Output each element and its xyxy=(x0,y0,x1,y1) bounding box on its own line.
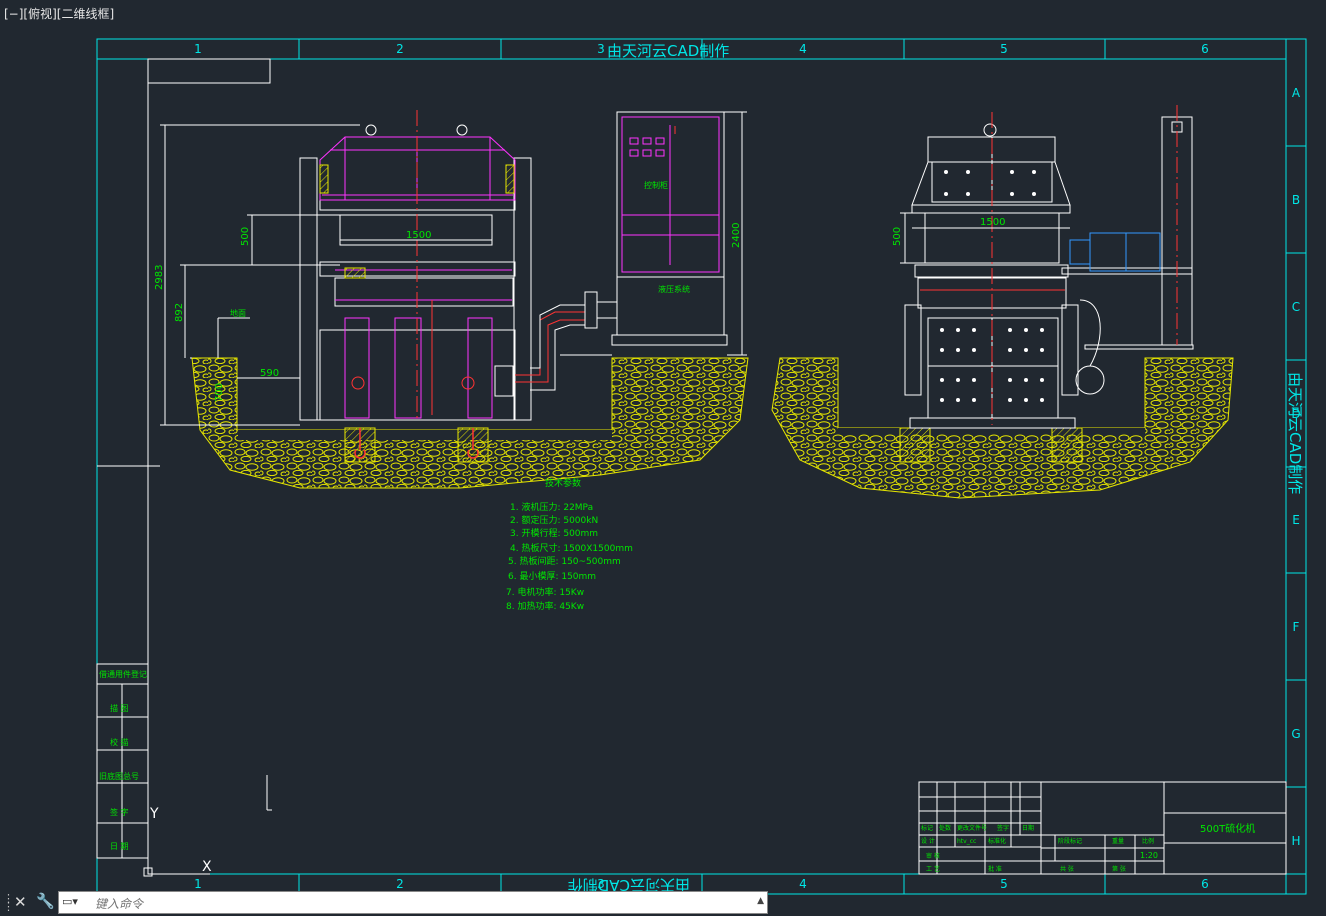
tb-cell: 共 张 xyxy=(1060,865,1074,873)
dim-2400: 2400 xyxy=(731,223,742,248)
row-label: E xyxy=(1292,513,1300,527)
command-input-box[interactable]: ▭▾ ▲ xyxy=(58,891,768,914)
tech-line: 4. 热板尺寸: 1500X1500mm xyxy=(510,542,633,554)
tb-cell: 日期 xyxy=(1022,824,1034,832)
tech-line: 8. 加热功率: 45Kw xyxy=(506,600,584,612)
row-label: A xyxy=(1292,86,1301,100)
ucs-labels: Y X xyxy=(149,806,212,875)
tb-cell: 签字 xyxy=(997,824,1009,832)
dim-700: 700 xyxy=(214,383,225,402)
title-block: 标记 处数 更改文件号 签字 日期 设 计 标准化 阶段标记 重量 比例 审 核… xyxy=(918,781,1287,875)
register-row: 签 字 xyxy=(110,807,129,817)
tech-line: 6. 最小模厚: 150mm xyxy=(508,571,596,582)
dim-1500-left: 1500 xyxy=(406,230,431,241)
tb-designer: htv_cc xyxy=(957,838,976,845)
cabinet-bottom-label: 液压系统 xyxy=(658,284,690,294)
tb-cell: 设 计 xyxy=(921,837,935,845)
tb-cell: 阶段标记 xyxy=(1058,837,1082,845)
col-label-bottom: 5 xyxy=(1000,877,1008,891)
col-label-top: 6 xyxy=(1201,42,1209,56)
ucs-y-label: Y xyxy=(149,806,159,822)
tb-scale: 1:20 xyxy=(1140,851,1158,860)
left-register-block: 借通用件登记 描 图 校 描 旧底图总号 签 字 日 期 xyxy=(96,663,149,859)
watermark-right: 由天河云CAD制作 xyxy=(1286,372,1304,494)
dim-590: 590 xyxy=(260,368,279,379)
row-label: H xyxy=(1291,834,1300,848)
scroll-up-icon[interactable]: ▲ xyxy=(757,896,764,906)
tech-line: 2. 额定压力: 5000kN xyxy=(510,514,598,526)
register-row: 描 图 xyxy=(110,703,129,713)
tb-cell: 比例 xyxy=(1142,837,1154,845)
grip-handle-icon[interactable]: ⋮ ⋮ xyxy=(3,893,14,912)
register-row: 旧底图总号 xyxy=(99,771,139,781)
dim-2983: 2983 xyxy=(154,265,165,290)
tech-title: 技术参数 xyxy=(545,477,581,489)
row-label: G xyxy=(1291,727,1300,741)
dim-1500-right: 1500 xyxy=(980,217,1005,228)
tb-cell: 工 艺 xyxy=(926,865,940,873)
command-input[interactable] xyxy=(93,893,737,914)
tb-cell: 更改文件号 xyxy=(957,824,987,832)
cabinet-top-label: 控制柜 xyxy=(644,180,668,190)
close-icon[interactable]: ✕ xyxy=(14,893,27,911)
col-label-bottom: 4 xyxy=(799,877,807,891)
tb-cell: 处数 xyxy=(939,824,951,832)
wrench-icon[interactable]: 🔧 xyxy=(36,892,55,910)
row-label: C xyxy=(1292,300,1300,314)
col-label-top: 4 xyxy=(799,42,807,56)
dim-500-left: 500 xyxy=(240,227,251,246)
dim-500-right: 500 xyxy=(892,227,903,246)
tech-line: 1. 液机压力: 22MPa xyxy=(510,501,593,513)
tb-cell: 批 准 xyxy=(988,865,1002,873)
watermark-top: 由天河云CAD制作 xyxy=(607,42,729,60)
row-label: F xyxy=(1293,620,1300,634)
tb-cell: 第 张 xyxy=(1112,865,1126,873)
register-header: 借通用件登记 xyxy=(99,669,147,679)
ground-label: 地面 xyxy=(230,308,246,318)
tech-params: 技术参数 1. 液机压力: 22MPa 2. 额定压力: 5000kN 3. 开… xyxy=(506,477,633,612)
tech-line: 5. 热板间距: 150~500mm xyxy=(508,555,621,567)
ucs-x-label: X xyxy=(202,859,212,875)
col-label-top: 2 xyxy=(396,42,404,56)
dim-892: 892 xyxy=(174,303,185,322)
tech-line: 7. 电机功率: 15Kw xyxy=(506,586,584,598)
row-label: B xyxy=(1292,193,1300,207)
register-row: 校 描 xyxy=(110,737,129,747)
col-label-top: 1 xyxy=(194,42,202,56)
col-label-top: 3 xyxy=(597,42,605,56)
tb-cell: 标准化 xyxy=(988,837,1006,845)
command-line-bar: ⋮⋮ ✕ 🔧 ▭▾ ▲ xyxy=(0,889,770,916)
register-row: 日 期 xyxy=(110,842,129,851)
right-dimension-text: 1500 500 xyxy=(892,217,1005,246)
tech-line: 3. 开模行程: 500mm xyxy=(510,527,598,539)
tb-cell: 审 核 xyxy=(926,852,940,860)
col-label-top: 5 xyxy=(1000,42,1008,56)
tb-cell: 重量 xyxy=(1112,837,1124,845)
tb-cell: 标记 xyxy=(921,824,933,832)
command-prompt-icon[interactable]: ▭▾ xyxy=(62,895,82,910)
drawing-name: 500T硫化机 xyxy=(1200,822,1255,835)
cad-drawing[interactable]: 1 2 3 4 5 6 1 2 3 4 5 6 A B C D E F G H … xyxy=(0,0,1326,916)
col-label-bottom: 6 xyxy=(1201,877,1209,891)
